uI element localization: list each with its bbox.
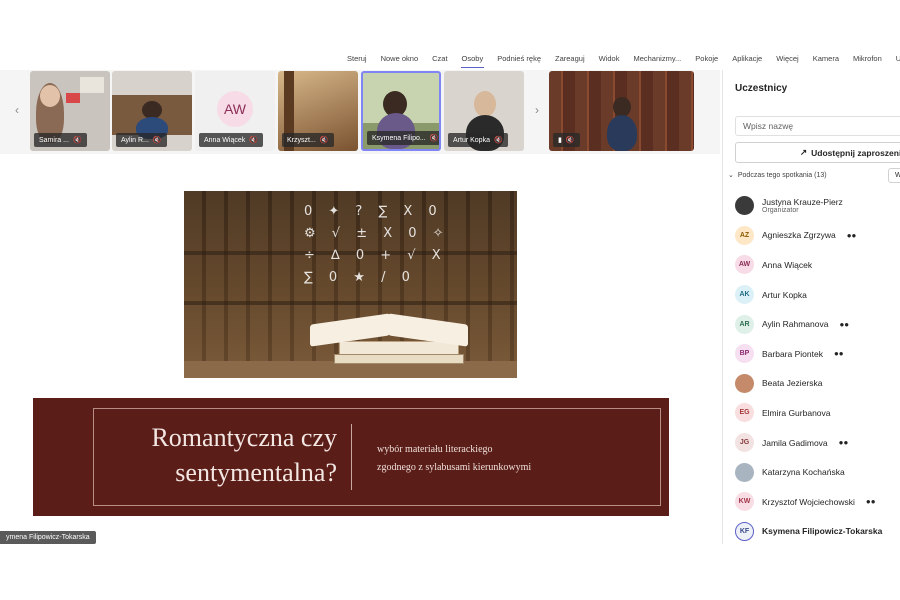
list-item[interactable]: JG Jamila Gadimova ●●	[735, 428, 900, 458]
tile-name-tag: Aylin R... 🔇	[116, 133, 167, 147]
mic-off-icon: 🔇	[493, 137, 503, 144]
camera-button[interactable]: Kamera	[806, 50, 846, 68]
tile-name-tag: ▮ 🔇	[553, 133, 580, 147]
tools-button[interactable]: Mechanizmy...	[626, 50, 688, 68]
external-guest-icon: ●●	[865, 497, 876, 507]
list-item[interactable]: Beata Jezierska	[735, 369, 900, 399]
apps-button[interactable]: Aplikacje	[725, 50, 769, 68]
tile-name-tag: Samira ... 🔇	[34, 133, 87, 147]
list-item[interactable]: AR Aylin Rahmanova ●●	[735, 309, 900, 339]
external-guest-icon: ●●	[846, 230, 857, 240]
signal-icon: ▮	[558, 137, 562, 144]
teams-meeting-window: Steruj Nowe okno Czat Osoby Podnieś rękę…	[0, 0, 900, 600]
list-item[interactable]: AZ Agnieszka Zgrzywa ●●	[735, 221, 900, 251]
view-button[interactable]: Widok	[592, 50, 627, 68]
mic-off-icon: 🔇	[152, 137, 162, 144]
more-button[interactable]: Więcej	[769, 50, 806, 68]
list-item[interactable]: AK Artur Kopka	[735, 280, 900, 310]
video-tile[interactable]: ▮ 🔇	[549, 71, 694, 151]
panel-title: Uczestnicy	[735, 83, 788, 94]
list-item[interactable]: EG Elmira Gurbanova	[735, 398, 900, 428]
avatar: EG	[735, 403, 754, 423]
chevron-down-icon: ⌄	[728, 172, 734, 179]
video-tile[interactable]: Artur Kopka 🔇	[444, 71, 524, 151]
external-guest-icon: ●●	[833, 349, 844, 359]
avatar: JG	[735, 433, 754, 453]
mic-off-icon: 🔇	[72, 137, 82, 144]
avatar: AK	[735, 285, 754, 305]
avatar: AW	[735, 255, 754, 275]
tile-name-tag: Ksymena Filipo... 🔇	[367, 131, 439, 145]
avatar: BP	[735, 344, 754, 364]
meeting-toolbar: Steruj Nowe okno Czat Osoby Podnieś rękę…	[340, 50, 900, 68]
control-button[interactable]: Steruj	[340, 50, 374, 68]
slide-title: Romantyczna czy sentymentalna?	[151, 423, 337, 487]
avatar	[735, 196, 754, 216]
mic-off-icon: 🔇	[249, 137, 258, 144]
list-item[interactable]: Katarzyna Kochańska	[735, 457, 900, 487]
section-action-button[interactable]: W	[888, 168, 900, 183]
tile-name-tag: Anna Wiącek 🔇	[199, 133, 263, 147]
mic-off-icon: 🔇	[565, 137, 575, 144]
avatar: KF	[735, 521, 754, 541]
avatar: AZ	[735, 225, 754, 245]
video-tile[interactable]: AW Anna Wiącek 🔇	[195, 71, 275, 151]
participant-list: Justyna Krauze-Pierz Organizator AZ Agni…	[735, 191, 900, 546]
avatar	[735, 373, 754, 393]
avatar	[735, 462, 754, 482]
participants-panel: Uczestnicy ↗ Udostępnij zaproszeni ⌄ Pod…	[722, 70, 900, 544]
participant-search-input[interactable]	[735, 116, 900, 136]
video-tile[interactable]: Krzyszt... 🔇	[278, 71, 358, 151]
share-button[interactable]: Udostę	[889, 50, 900, 68]
tile-name-tag: Krzyszt... 🔇	[282, 133, 334, 147]
video-tile[interactable]: Samira ... 🔇	[30, 71, 110, 151]
list-item[interactable]: Justyna Krauze-Pierz Organizator	[735, 191, 900, 221]
microphone-button[interactable]: Mikrofon	[846, 50, 889, 68]
video-strip: ‹ Samira ... 🔇 Aylin R... 🔇 AW Anna Wiącek…	[0, 70, 720, 154]
rooms-button[interactable]: Pokoje	[688, 50, 725, 68]
list-item[interactable]: KF Ksymena Filipowicz-Tokarska	[735, 517, 900, 547]
share-invite-button[interactable]: ↗ Udostępnij zaproszeni	[735, 142, 900, 163]
shared-content: 0 ✦ ? ∑ X 0 ⚙ √ ± X 0 ✧ ÷ ∆ 0 + √ X ∑ 0 …	[0, 154, 706, 544]
new-window-button[interactable]: Nowe okno	[374, 50, 426, 68]
share-icon: ↗	[800, 147, 808, 157]
presenter-name-tag: ymena Filipowicz-Tokarska	[0, 531, 96, 544]
chevron-left-icon[interactable]: ‹	[10, 96, 24, 124]
external-guest-icon: ●●	[839, 319, 850, 329]
chevron-right-icon[interactable]: ›	[530, 96, 544, 124]
react-button[interactable]: Zareaguj	[548, 50, 592, 68]
chat-button[interactable]: Czat	[425, 50, 454, 68]
slide-subtitle: wybór materiału literackiego zgodnego z …	[377, 444, 532, 473]
mic-off-icon: 🔇	[429, 135, 439, 142]
section-header-in-meeting[interactable]: ⌄ Podczas tego spotkania (13)	[728, 171, 827, 180]
slide-title-banner: Romantyczna czy sentymentalna? wybór mat…	[33, 398, 669, 516]
video-tile[interactable]: Ksymena Filipo... 🔇	[361, 71, 441, 151]
avatar: AR	[735, 314, 754, 334]
mic-off-icon: 🔇	[319, 137, 329, 144]
video-tile[interactable]: Aylin R... 🔇	[112, 71, 192, 151]
list-item[interactable]: AW Anna Wiącek	[735, 250, 900, 280]
raise-hand-button[interactable]: Podnieś rękę	[490, 50, 548, 68]
list-item[interactable]: KW Krzysztof Wojciechowski ●●	[735, 487, 900, 517]
external-guest-icon: ●●	[838, 438, 849, 448]
avatar: AW	[217, 91, 253, 127]
people-button[interactable]: Osoby	[455, 50, 491, 68]
avatar: KW	[735, 492, 754, 512]
tile-name-tag: Artur Kopka 🔇	[448, 133, 508, 147]
list-item[interactable]: BP Barbara Piontek ●●	[735, 339, 900, 369]
slide-image-books: 0 ✦ ? ∑ X 0 ⚙ √ ± X 0 ✧ ÷ ∆ 0 + √ X ∑ 0 …	[184, 191, 517, 378]
